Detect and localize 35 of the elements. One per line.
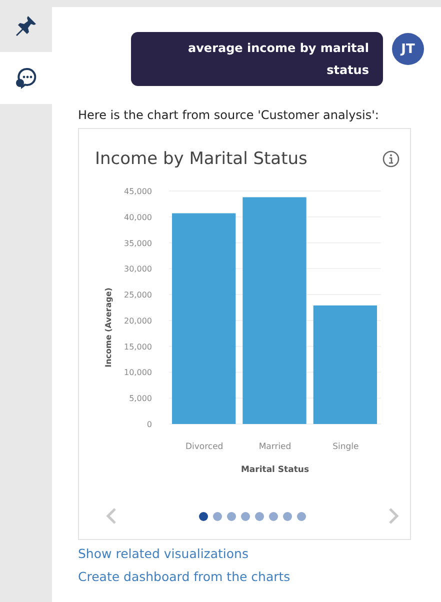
sidebar-tab[interactable] (0, 52, 52, 104)
x-tick-label: Married (258, 442, 292, 452)
page-dot[interactable] (269, 512, 278, 520)
page-dot[interactable] (241, 512, 250, 520)
y-tick-label: 40,000 (124, 212, 152, 222)
y-tick-label: 0 (146, 420, 152, 429)
y-tick-label: 35,000 (124, 238, 152, 248)
y-tick-label: 45,000 (124, 187, 152, 196)
next-arrow[interactable] (388, 507, 400, 525)
y-tick-label: 20,000 (124, 316, 152, 326)
chart-title: Income by Marital Status (95, 149, 308, 169)
pin-icon (14, 14, 38, 38)
page-dot[interactable] (227, 512, 236, 520)
y-axis-title: Income (Average) (104, 288, 113, 368)
info-icon[interactable] (382, 150, 400, 168)
y-tick-label: 15,000 (124, 342, 152, 352)
user-message: average income by marital status (131, 32, 383, 86)
previous-arrow[interactable] (105, 507, 117, 525)
user-avatar: JT (392, 33, 424, 65)
y-tick-label: 10,000 (124, 368, 152, 378)
x-tick-label: Divorced (185, 442, 224, 452)
y-tick-label: 25,000 (124, 290, 152, 300)
x-axis-title: Marital Status (240, 465, 310, 475)
chat-icon (14, 66, 38, 90)
page-dot[interactable] (297, 512, 306, 520)
y-tick-label: 30,000 (124, 264, 152, 274)
page-dot[interactable] (213, 512, 222, 520)
page-dot[interactable] (199, 512, 208, 520)
link[interactable]: Show related visualizations (78, 546, 248, 561)
link[interactable]: Create dashboard from the charts (78, 569, 290, 584)
y-tick-label: 5,000 (129, 394, 152, 404)
x-tick-label: Single (332, 442, 359, 452)
page-dot[interactable] (283, 512, 292, 520)
page-dot[interactable] (255, 512, 264, 520)
reply-text: Here is the chart from source 'Customer analysis': (78, 108, 380, 122)
